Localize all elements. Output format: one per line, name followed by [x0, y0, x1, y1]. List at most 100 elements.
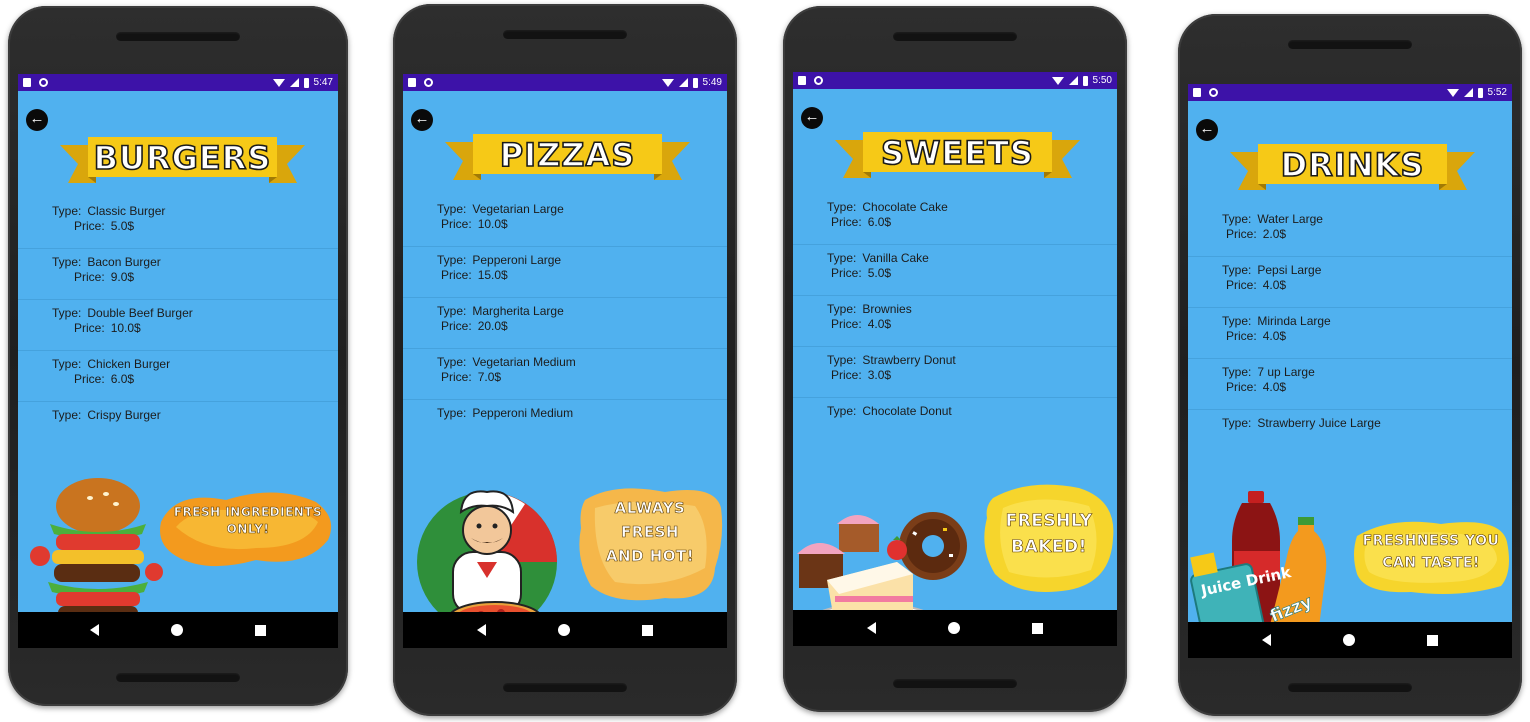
- front-camera: [1240, 42, 1246, 48]
- list-item[interactable]: Type: Water Large Price: 2.0$: [1188, 206, 1512, 257]
- list-item[interactable]: Type: Pepsi Large Price: 4.0$: [1188, 257, 1512, 308]
- nav-recents-icon[interactable]: [1427, 634, 1438, 646]
- wifi-icon: [1051, 76, 1064, 85]
- battery-icon: [303, 77, 309, 88]
- bottom-speaker: [503, 683, 627, 692]
- slogan-line: CAN TASTE!: [1382, 555, 1480, 572]
- item-price: 7.0$: [477, 370, 502, 384]
- nav-home-icon[interactable]: [171, 624, 183, 636]
- page-title: SWEETS: [880, 133, 1034, 173]
- slogan-text: FRESHNESS YOU CAN TASTE!: [1354, 530, 1508, 574]
- list-item[interactable]: Type: Crispy Burger: [18, 402, 338, 453]
- menu-list: Type: Water Large Price: 2.0$ Type: Pepsi L…: [1188, 206, 1512, 461]
- nav-recents-icon[interactable]: [642, 624, 653, 636]
- item-type: Classic Burger: [87, 204, 166, 218]
- list-item[interactable]: Type: Vanilla Cake Price: 5.0$: [793, 245, 1117, 296]
- type-label: Type:: [1222, 314, 1252, 328]
- type-label: Type:: [52, 204, 82, 218]
- price-label: Price:: [1226, 227, 1257, 241]
- front-camera: [70, 34, 76, 40]
- list-item[interactable]: Type: Chocolate Cake Price: 6.0$: [793, 194, 1117, 245]
- type-label: Type:: [827, 404, 857, 418]
- slogan-text: FRESH INGREDIENTS ONLY!: [168, 504, 328, 538]
- price-label: Price:: [831, 368, 862, 382]
- list-item[interactable]: Type: Margherita Large Price: 20.0$: [403, 298, 727, 349]
- type-label: Type:: [52, 306, 82, 320]
- list-item[interactable]: Type: Brownies Price: 4.0$: [793, 296, 1117, 347]
- list-item[interactable]: Type: Vegetarian Medium Price: 7.0$: [403, 349, 727, 400]
- notification-dot-icon: [39, 78, 48, 87]
- type-label: Type:: [827, 302, 857, 316]
- nav-home-icon[interactable]: [948, 622, 960, 634]
- slogan-line: FRESHLY: [1005, 511, 1093, 532]
- list-item[interactable]: Type: Mirinda Large Price: 4.0$: [1188, 308, 1512, 359]
- item-type: Chicken Burger: [87, 357, 171, 371]
- status-bar: 5:52: [1188, 84, 1512, 101]
- list-item[interactable]: Type: Chocolate Donut: [793, 398, 1117, 449]
- back-arrow-icon[interactable]: ←: [1196, 119, 1218, 141]
- nav-home-icon[interactable]: [1343, 634, 1355, 646]
- status-time: 5:47: [313, 77, 333, 88]
- nav-back-icon[interactable]: [1262, 634, 1271, 646]
- item-price: 6.0$: [867, 215, 892, 229]
- item-type: Chocolate Cake: [862, 200, 948, 214]
- phone-pizzas: 5:49 ← PIZZAS Type: Vegetarian Large Pric…: [393, 4, 737, 716]
- list-item[interactable]: Type: Strawberry Juice Large: [1188, 410, 1512, 461]
- back-arrow-icon[interactable]: ←: [801, 107, 823, 129]
- item-price: 4.0$: [867, 317, 892, 331]
- type-label: Type:: [1222, 416, 1252, 430]
- price-label: Price:: [831, 266, 862, 280]
- type-label: Type:: [437, 304, 467, 318]
- list-item[interactable]: Type: Bacon Burger Price: 9.0$: [18, 249, 338, 300]
- item-type: Brownies: [862, 302, 912, 316]
- bottom-speaker: [116, 673, 240, 682]
- item-type: Water Large: [1257, 212, 1323, 226]
- list-item[interactable]: Type: Pepperoni Large Price: 15.0$: [403, 247, 727, 298]
- type-label: Type:: [1222, 263, 1252, 277]
- list-item[interactable]: Type: Strawberry Donut Price: 3.0$: [793, 347, 1117, 398]
- screen-drinks: 5:52 ← DRINKS Type: Water Large Price: 2.0…: [1188, 84, 1512, 658]
- slogan-line: FRESH INGREDIENTS: [173, 505, 323, 520]
- nav-home-icon[interactable]: [558, 624, 570, 636]
- price-label: Price:: [441, 370, 472, 384]
- item-type: Pepperoni Medium: [472, 406, 574, 420]
- nav-back-icon[interactable]: [477, 624, 486, 636]
- slogan-line: AND HOT!: [605, 547, 695, 566]
- back-arrow-icon[interactable]: ←: [411, 109, 433, 131]
- item-price: 4.0$: [1262, 380, 1287, 394]
- item-type: Margherita Large: [472, 304, 564, 318]
- phone-drinks: 5:52 ← DRINKS Type: Water Large Price: 2.0…: [1178, 14, 1522, 716]
- nav-recents-icon[interactable]: [1032, 622, 1043, 634]
- price-label: Price:: [441, 319, 472, 333]
- item-price: 9.0$: [110, 270, 135, 284]
- item-price: 5.0$: [110, 219, 135, 233]
- status-time: 5:49: [702, 77, 722, 88]
- signal-icon: [1068, 76, 1078, 85]
- list-item[interactable]: Type: Pepperoni Medium: [403, 400, 727, 451]
- list-item[interactable]: Type: Chicken Burger Price: 6.0$: [18, 351, 338, 402]
- list-item[interactable]: Type: Classic Burger Price: 5.0$: [18, 198, 338, 249]
- system-nav-bar: [403, 612, 727, 648]
- status-time: 5:52: [1487, 87, 1507, 98]
- status-bar: 5:49: [403, 74, 727, 91]
- signal-icon: [1463, 88, 1473, 97]
- nav-back-icon[interactable]: [867, 622, 876, 634]
- slogan-line: FRESHNESS YOU: [1362, 533, 1500, 550]
- item-price: 15.0$: [477, 268, 508, 282]
- list-item[interactable]: Type: Double Beef Burger Price: 10.0$: [18, 300, 338, 351]
- nav-recents-icon[interactable]: [255, 624, 266, 636]
- system-nav-bar: [1188, 622, 1512, 658]
- list-item[interactable]: Type: Vegetarian Large Price: 10.0$: [403, 196, 727, 247]
- price-label: Price:: [441, 268, 472, 282]
- list-item[interactable]: Type: 7 up Large Price: 4.0$: [1188, 359, 1512, 410]
- back-arrow-icon[interactable]: ←: [26, 109, 48, 131]
- item-price: 5.0$: [867, 266, 892, 280]
- price-label: Price:: [441, 217, 472, 231]
- signal-icon: [678, 78, 688, 87]
- screen-pizzas: 5:49 ← PIZZAS Type: Vegetarian Large Pric…: [403, 74, 727, 648]
- battery-icon: [692, 77, 698, 88]
- type-label: Type:: [1222, 365, 1252, 379]
- price-label: Price:: [1226, 380, 1257, 394]
- nav-back-icon[interactable]: [90, 624, 99, 636]
- item-type: Vanilla Cake: [862, 251, 929, 265]
